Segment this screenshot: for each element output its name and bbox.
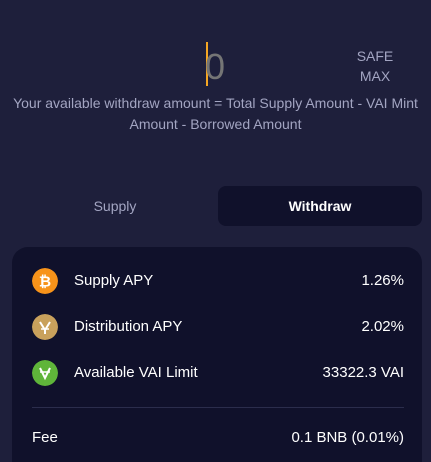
fee-label: Fee bbox=[32, 429, 58, 446]
stats-panel: ₿ Supply APY 1.26% Distribution APY 2.02… bbox=[12, 247, 422, 462]
fee-value: 0.1 BNB (0.01%) bbox=[291, 429, 404, 446]
svg-text:₿: ₿ bbox=[39, 274, 51, 291]
safe-max-button[interactable]: SAFE MAX bbox=[345, 46, 405, 86]
action-tabs: Supply Withdraw bbox=[12, 186, 422, 226]
fee-row: Fee 0.1 BNB (0.01%) bbox=[32, 424, 404, 452]
supply-apy-value: 1.26% bbox=[361, 272, 404, 289]
tab-supply[interactable]: Supply bbox=[12, 186, 218, 226]
amount-section: SAFE MAX bbox=[0, 40, 431, 96]
supply-apy-row: ₿ Supply APY 1.26% bbox=[32, 267, 404, 295]
vai-limit-value: 33322.3 VAI bbox=[322, 364, 404, 381]
safe-max-label-line1: SAFE bbox=[356, 48, 394, 64]
distribution-apy-label: Distribution APY bbox=[74, 318, 183, 335]
divider bbox=[32, 407, 404, 408]
withdraw-form: SAFE MAX Your available withdraw amount … bbox=[0, 0, 431, 462]
bitcoin-icon: ₿ bbox=[32, 268, 58, 294]
vai-limit-label: Available VAI Limit bbox=[74, 364, 198, 381]
safe-max-label-line2: MAX bbox=[359, 68, 391, 84]
withdraw-hint: Your available withdraw amount = Total S… bbox=[13, 95, 418, 132]
vai-limit-row: Available VAI Limit 33322.3 VAI bbox=[32, 359, 404, 387]
distribution-apy-value: 2.02% bbox=[361, 318, 404, 335]
vai-token-icon bbox=[32, 360, 58, 386]
venus-token-icon bbox=[32, 314, 58, 340]
distribution-apy-row: Distribution APY 2.02% bbox=[32, 313, 404, 341]
amount-input[interactable] bbox=[205, 44, 325, 90]
tab-withdraw[interactable]: Withdraw bbox=[218, 186, 422, 226]
supply-apy-label: Supply APY bbox=[74, 272, 154, 289]
